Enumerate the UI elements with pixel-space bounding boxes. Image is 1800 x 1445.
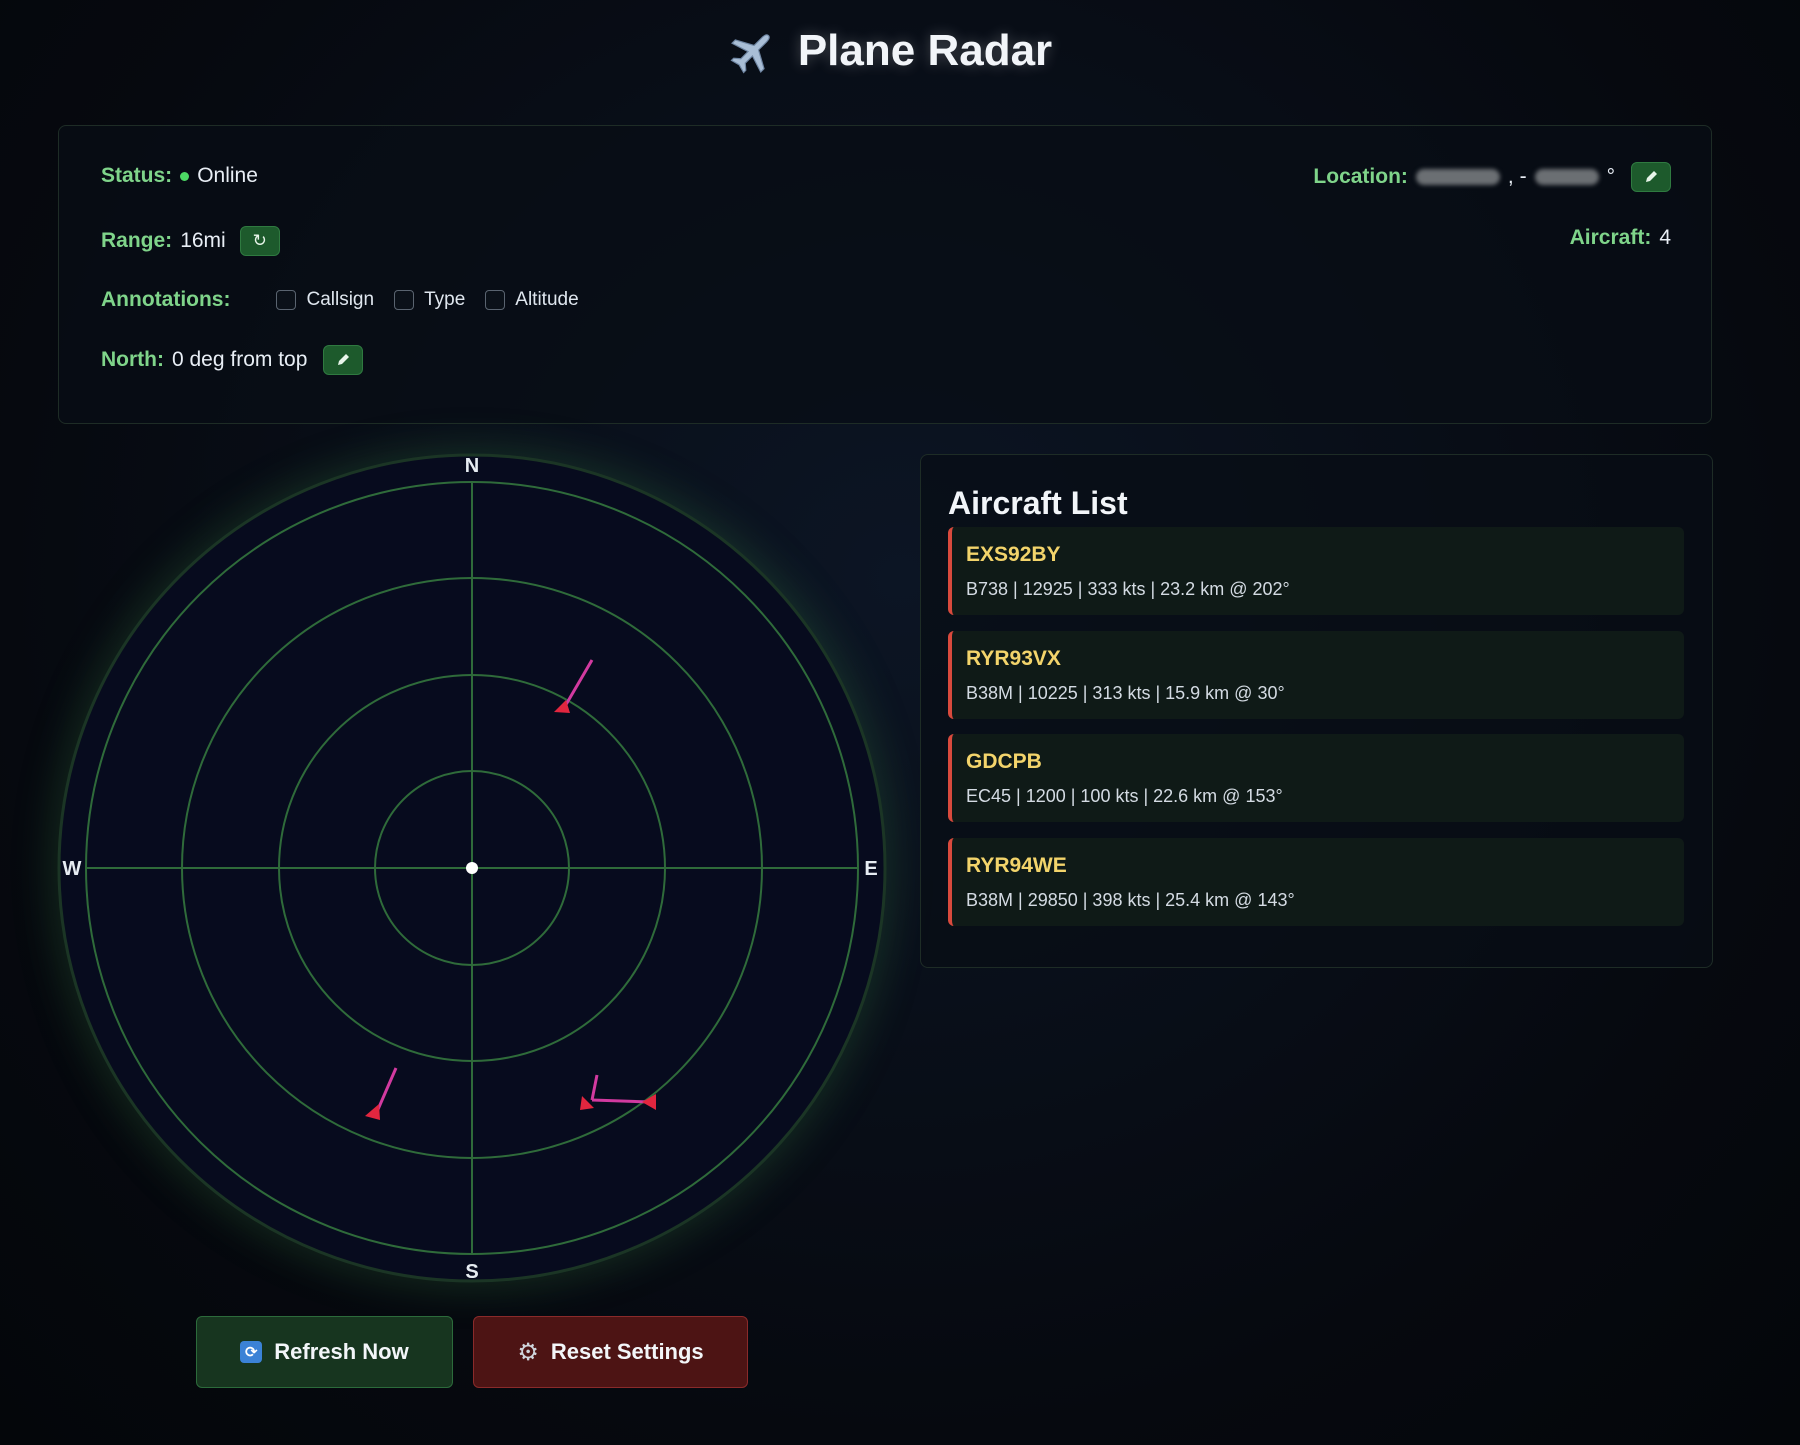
checkbox-label: Altitude [515, 289, 579, 310]
page-header: Plane Radar [0, 26, 1780, 76]
aircraft-details: B38M | 10225 | 313 kts | 15.9 km @ 30° [966, 683, 1285, 703]
pencil-icon [1646, 171, 1657, 182]
compass-east: E [864, 858, 877, 880]
aircraft-list-item[interactable]: GDCPB EC45 | 1200 | 100 kts | 22.6 km @ … [948, 734, 1684, 822]
status-label: Status: [101, 164, 173, 187]
gear-icon: ⚙ [517, 1338, 539, 1366]
aircraft-details: EC45 | 1200 | 100 kts | 22.6 km @ 153° [966, 786, 1283, 806]
radar-center-dot [466, 862, 478, 874]
range-value: 16mi [180, 229, 226, 252]
status-value: Online [197, 164, 258, 187]
radar-svg: N S E W [57, 453, 887, 1283]
checkbox-box[interactable] [485, 290, 506, 310]
checkbox-label: Callsign [306, 289, 375, 310]
annotations-label: Annotations: [101, 288, 231, 311]
radar-display: N S E W [52, 448, 892, 1288]
range-row: Range: 16mi ↻ [101, 226, 280, 256]
edit-north-button[interactable] [323, 345, 364, 375]
north-row: North: 0 deg from top [101, 345, 364, 375]
aircraft-count-value: 4 [1659, 226, 1671, 249]
aircraft-callsign: GDCPB [966, 750, 1042, 773]
reset-settings-label: Reset Settings [550, 1339, 704, 1364]
aircraft-count-row: Aircraft: 4 [1570, 226, 1671, 250]
status-indicator-dot [180, 171, 190, 181]
location-degree-suffix: ° [1606, 165, 1615, 188]
north-value: 0 deg from top [171, 348, 308, 371]
aircraft-list-item[interactable]: RYR94WE B38M | 29850 | 398 kts | 25.4 km… [948, 838, 1684, 926]
refresh-now-button[interactable]: ⟳ Refresh Now [196, 1316, 453, 1388]
aircraft-list-item[interactable]: RYR93VX B38M | 10225 | 313 kts | 15.9 km… [948, 631, 1684, 719]
checkbox-label: Type [424, 289, 466, 310]
annotations-row: Annotations: Callsign Type Altitude [101, 288, 591, 312]
trail-line [591, 1098, 651, 1104]
status-panel: Status: Online Location: , - ° Range: 16… [58, 125, 1712, 424]
location-row: Location: , - ° [1313, 162, 1671, 192]
aircraft-callsign: RYR93VX [966, 647, 1061, 670]
location-label: Location: [1313, 165, 1408, 188]
compass-south: S [465, 1261, 478, 1283]
compass-west: W [63, 858, 82, 880]
range-label: Range: [101, 229, 173, 252]
location-separator: , - [1507, 165, 1527, 188]
annotation-altitude-checkbox[interactable]: Altitude [485, 289, 579, 311]
compass-north: N [465, 455, 479, 477]
refresh-now-label: Refresh Now [274, 1339, 409, 1364]
location-longitude-redacted [1534, 169, 1599, 185]
aircraft-details: B38M | 29850 | 398 kts | 25.4 km @ 143° [966, 890, 1295, 910]
aircraft-count-label: Aircraft: [1569, 226, 1652, 249]
aircraft-list-panel: Aircraft List EXS92BY B738 | 12925 | 333… [920, 454, 1713, 968]
annotation-callsign-checkbox[interactable]: Callsign [276, 289, 374, 311]
refresh-cycle-icon: ↻ [252, 231, 267, 250]
aircraft-callsign: EXS92BY [966, 543, 1061, 566]
checkbox-box[interactable] [276, 290, 297, 310]
refresh-icon: ⟳ [240, 1341, 263, 1363]
cycle-range-button[interactable]: ↻ [239, 226, 280, 256]
aircraft-details: B738 | 12925 | 333 kts | 23.2 km @ 202° [966, 579, 1290, 599]
location-latitude-redacted [1415, 169, 1500, 185]
reset-settings-button[interactable]: ⚙ Reset Settings [473, 1316, 748, 1388]
aircraft-callsign: RYR94WE [966, 854, 1067, 877]
aircraft-list-title: Aircraft List [948, 485, 1128, 521]
airplane-icon [730, 34, 770, 74]
edit-location-button[interactable] [1631, 162, 1671, 192]
pencil-icon [338, 354, 350, 365]
page-title: Plane Radar [797, 26, 1053, 75]
checkbox-box[interactable] [394, 290, 415, 310]
aircraft-list-item[interactable]: EXS92BY B738 | 12925 | 333 kts | 23.2 km… [948, 527, 1684, 615]
annotation-type-checkbox[interactable]: Type [394, 289, 465, 311]
status-row: Status: Online [101, 164, 258, 188]
north-label: North: [101, 348, 164, 371]
